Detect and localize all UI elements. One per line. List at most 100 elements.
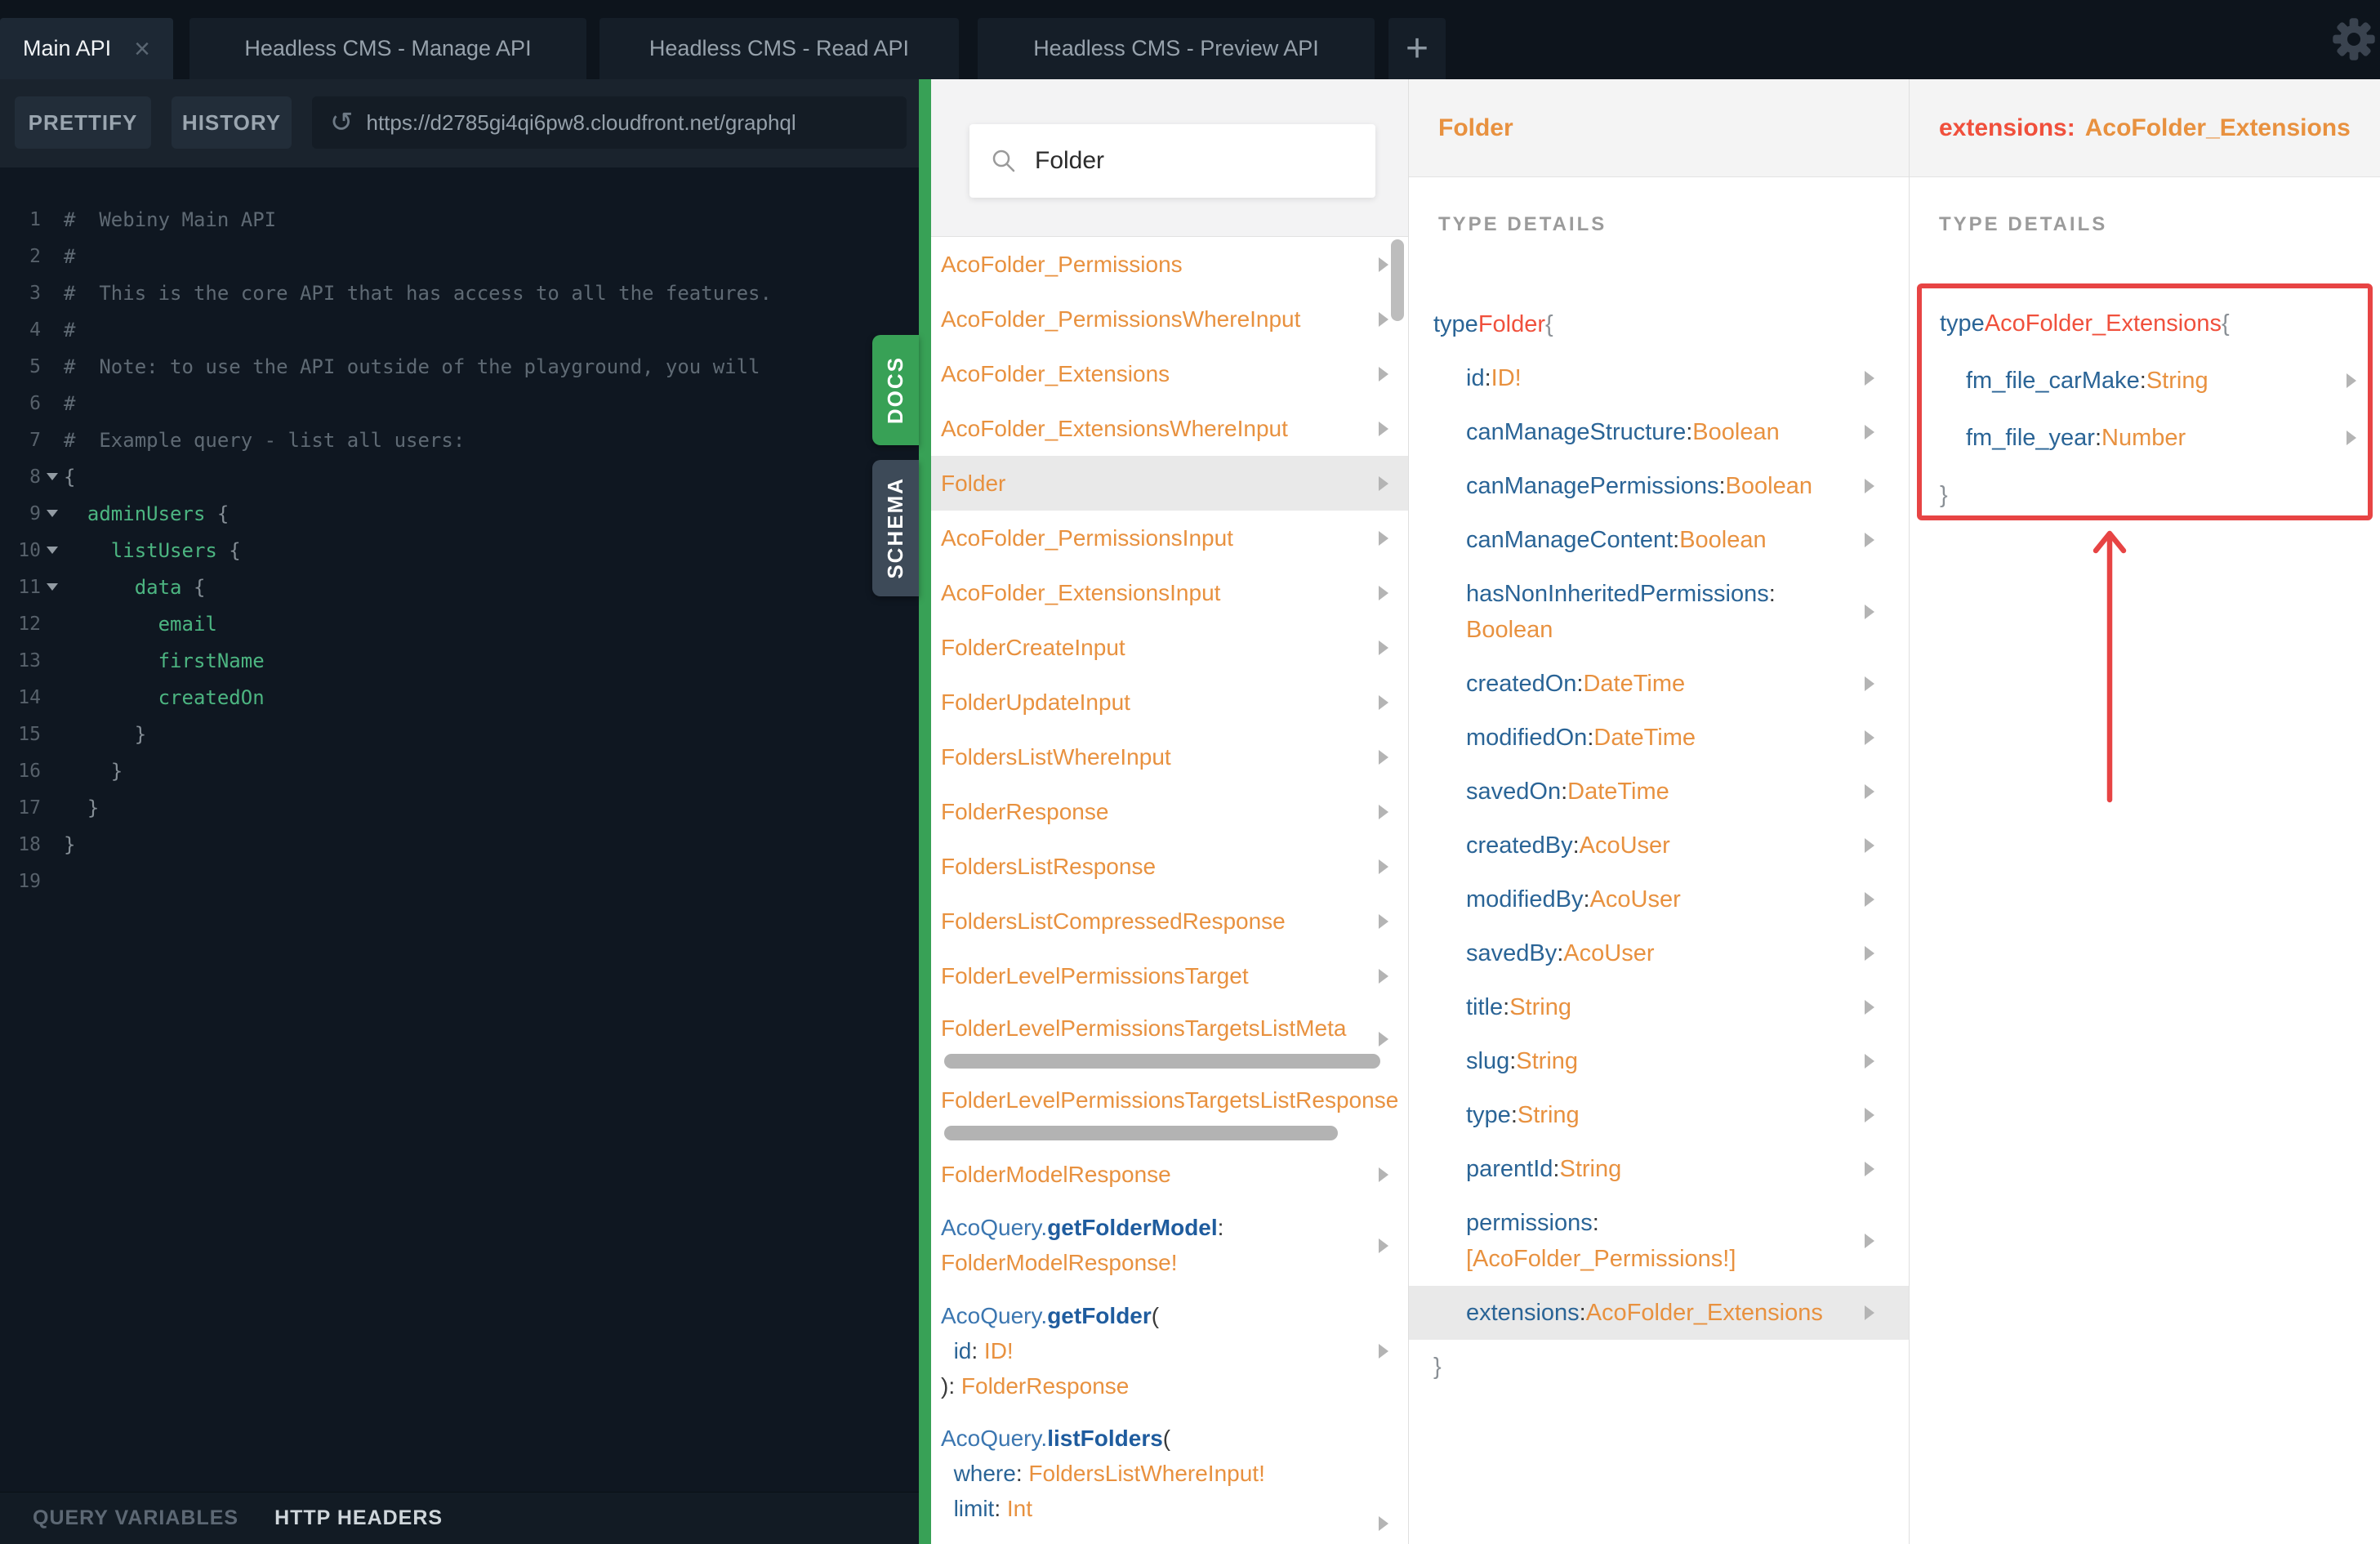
- type-field-row[interactable]: savedBy: AcoUser: [1409, 926, 1909, 980]
- docs-search-input[interactable]: [1035, 147, 1354, 175]
- docs-item[interactable]: AcoFolder_Extensions: [931, 346, 1408, 401]
- panel-title-field: extensions:: [1939, 114, 2075, 141]
- docs-item[interactable]: FolderUpdateInput: [931, 675, 1408, 730]
- query-variables-toggle[interactable]: QUERY VARIABLES: [33, 1506, 238, 1530]
- type-field-row[interactable]: canManageContent: Boolean: [1409, 513, 1909, 567]
- docs-item[interactable]: FolderResponse: [931, 784, 1408, 839]
- docs-item[interactable]: FoldersListCompressedResponse: [931, 894, 1408, 948]
- endpoint-url-bar[interactable]: ↺ https://d2785gi4qi6pw8.cloudfront.net/…: [312, 96, 907, 149]
- query-editor[interactable]: 1 # Webiny Main API 2 #3 # This is the core …: [0, 167, 919, 1493]
- editor-footer: QUERY VARIABLES HTTP HEADERS: [0, 1493, 919, 1544]
- type-field-row[interactable]: title: String: [1409, 980, 1909, 1034]
- chevron-right-icon: [1865, 1305, 1874, 1320]
- tab-headless-cms-read-api[interactable]: Headless CMS - Read API: [599, 18, 959, 79]
- type-field-row[interactable]: fm_file_carMake: String: [1933, 352, 2368, 409]
- extensions-type-panel: extensions: AcoFolder_Extensions TYPE DE…: [1910, 79, 2380, 1544]
- type-field-row[interactable]: extensions: AcoFolder_Extensions: [1409, 1286, 1909, 1340]
- tab-schema[interactable]: SCHEMA: [872, 460, 919, 596]
- type-field-row[interactable]: slug: String: [1409, 1034, 1909, 1088]
- editor-line[interactable]: 9 adminUsers {: [0, 495, 919, 532]
- chevron-right-icon: [1379, 311, 1388, 327]
- http-headers-toggle[interactable]: HTTP HEADERS: [274, 1506, 443, 1530]
- docs-item[interactable]: AcoQuery.getFolder( id: ID!): FolderResp…: [931, 1290, 1408, 1412]
- chevron-right-icon: [2347, 431, 2356, 445]
- type-field-row[interactable]: modifiedOn: DateTime: [1409, 711, 1909, 765]
- docs-item[interactable]: FolderCreateInput: [931, 620, 1408, 675]
- refresh-icon[interactable]: ↺: [330, 109, 354, 136]
- type-field-row[interactable]: permissions: [AcoFolder_Permissions!]: [1409, 1196, 1909, 1286]
- editor-line[interactable]: 17 }: [0, 789, 919, 826]
- tab-headless-cms-preview-api[interactable]: Headless CMS - Preview API: [978, 18, 1375, 79]
- editor-line[interactable]: 14 createdOn: [0, 679, 919, 716]
- type-field-row[interactable]: type: String: [1409, 1088, 1909, 1142]
- editor-line[interactable]: 5 # Note: to use the API outside of the p…: [0, 348, 919, 385]
- editor-line[interactable]: 4 #: [0, 311, 919, 348]
- type-field-row[interactable]: createdBy: AcoUser: [1409, 819, 1909, 872]
- editor-line[interactable]: 16 }: [0, 752, 919, 789]
- docs-item[interactable]: FoldersListWhereInput: [931, 730, 1408, 784]
- docs-item[interactable]: AcoFolder_PermissionsInput: [931, 511, 1408, 565]
- chevron-right-icon: [1865, 1162, 1874, 1176]
- chevron-right-icon: [1865, 1108, 1874, 1122]
- settings-button[interactable]: [2329, 15, 2378, 64]
- editor-line[interactable]: 10 listUsers {: [0, 532, 919, 569]
- type-field-row[interactable]: createdOn: DateTime: [1409, 657, 1909, 711]
- docs-vertical-scrollbar[interactable]: [1391, 239, 1404, 321]
- docs-item[interactable]: AcoFolder_ExtensionsInput: [931, 565, 1408, 620]
- chevron-right-icon: [2347, 373, 2356, 388]
- chevron-right-icon: [1379, 530, 1388, 546]
- fold-arrow-icon[interactable]: [47, 547, 58, 554]
- editor-line[interactable]: 3 # This is the core API that has access …: [0, 274, 919, 311]
- chevron-right-icon: [1379, 585, 1388, 600]
- docs-item[interactable]: AcoQuery.getFolderModel: FolderModelRespo…: [931, 1202, 1408, 1290]
- type-field-row[interactable]: modifiedBy: AcoUser: [1409, 872, 1909, 926]
- docs-item[interactable]: FoldersListResponse: [931, 839, 1408, 894]
- editor-line[interactable]: 18}: [0, 826, 919, 863]
- editor-line[interactable]: 12 email: [0, 605, 919, 642]
- editor-line[interactable]: 19: [0, 863, 919, 899]
- type-field-row[interactable]: savedOn: DateTime: [1409, 765, 1909, 819]
- docs-item[interactable]: FolderLevelPermissionsTarget: [931, 948, 1408, 1003]
- new-tab-button[interactable]: +: [1388, 18, 1446, 79]
- type-field-row[interactable]: id: ID!: [1409, 351, 1909, 405]
- docs-horizontal-scrollbar[interactable]: [944, 1054, 1380, 1069]
- docs-item[interactable]: FolderLevelPermissionsTargetsListRespons…: [931, 1075, 1408, 1147]
- docs-item[interactable]: AcoFolder_PermissionsWhereInput: [931, 292, 1408, 346]
- type-row: }: [1940, 481, 1948, 508]
- folder-type-rows: type Folder {id: ID! canManageStructure: …: [1409, 297, 1909, 1394]
- editor-line[interactable]: 15 }: [0, 716, 919, 752]
- docs-item[interactable]: FolderLevelPermissionsTargetsListMeta: [931, 1003, 1408, 1075]
- docs-item[interactable]: AcoFolder_ExtensionsWhereInput: [931, 401, 1408, 456]
- docs-item[interactable]: AcoFolder_Permissions: [931, 237, 1408, 292]
- fold-arrow-icon[interactable]: [47, 583, 58, 591]
- fold-arrow-icon[interactable]: [47, 473, 58, 480]
- tab-main-api[interactable]: Main API ×: [0, 18, 173, 79]
- docs-item[interactable]: AcoQuery.listFolders( where: FoldersList…: [931, 1412, 1408, 1544]
- tab-headless-cms-manage-api[interactable]: Headless CMS - Manage API: [189, 18, 586, 79]
- chevron-right-icon: [1379, 749, 1388, 765]
- editor-line[interactable]: 1 # Webiny Main API: [0, 201, 919, 238]
- docs-divider: [919, 79, 931, 1544]
- editor-line[interactable]: 2 #: [0, 238, 919, 274]
- editor-line[interactable]: 8{: [0, 458, 919, 495]
- type-field-row[interactable]: canManageStructure: Boolean: [1409, 405, 1909, 459]
- editor-line[interactable]: 7 # Example query - list all users:: [0, 422, 919, 458]
- type-field-row[interactable]: parentId: String: [1409, 1142, 1909, 1196]
- docs-horizontal-scrollbar[interactable]: [944, 1126, 1338, 1140]
- tab-docs[interactable]: DOCS: [872, 335, 919, 445]
- editor-line[interactable]: 6 #: [0, 385, 919, 422]
- fold-arrow-icon[interactable]: [47, 510, 58, 517]
- editor-line[interactable]: 13 firstName: [0, 642, 919, 679]
- history-button[interactable]: HISTORY: [172, 96, 292, 149]
- docs-item[interactable]: Folder: [931, 456, 1408, 511]
- prettify-button[interactable]: PRETTIFY: [15, 96, 151, 149]
- close-icon[interactable]: ×: [134, 35, 150, 63]
- chevron-right-icon: [1865, 371, 1874, 386]
- type-field-row[interactable]: hasNonInheritedPermissions: Boolean: [1409, 567, 1909, 657]
- docs-item[interactable]: FolderModelResponse: [931, 1147, 1408, 1202]
- type-field-row[interactable]: canManagePermissions: Boolean: [1409, 459, 1909, 513]
- docs-search-box: [969, 124, 1375, 198]
- chevron-right-icon: [1865, 533, 1874, 547]
- type-field-row[interactable]: fm_file_year: Number: [1933, 409, 2368, 466]
- editor-line[interactable]: 11 data {: [0, 569, 919, 605]
